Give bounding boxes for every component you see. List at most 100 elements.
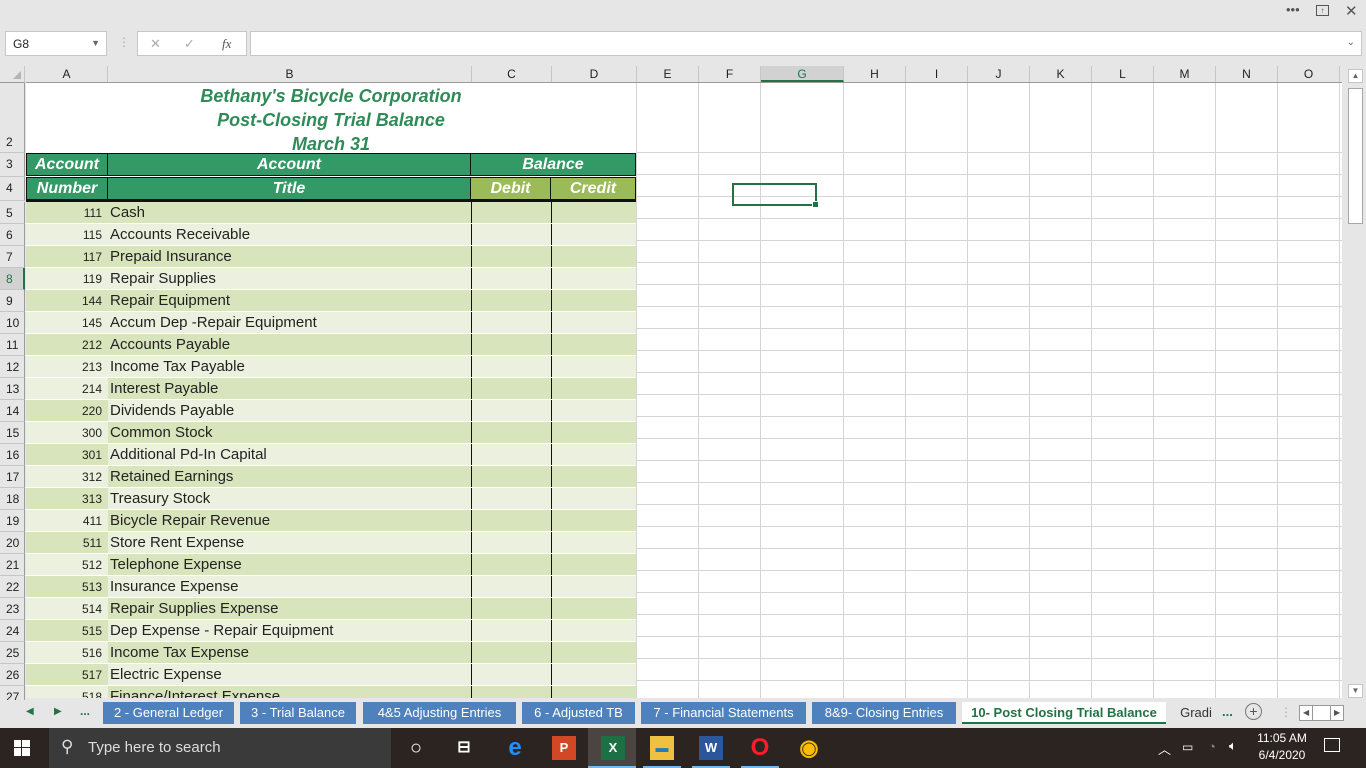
row-header-21[interactable]: 21 (0, 554, 25, 576)
account-number-cell[interactable]: 513 (26, 576, 108, 597)
row-header-10[interactable]: 10 (0, 312, 25, 334)
account-title-cell[interactable]: Common Stock (108, 422, 471, 443)
task-view-icon[interactable]: ⊟ (452, 736, 476, 760)
account-title-cell[interactable]: Store Rent Expense (108, 532, 471, 553)
account-number-cell[interactable]: 312 (26, 466, 108, 487)
credit-cell[interactable] (551, 400, 636, 421)
scroll-left-icon[interactable]: ◀ (1303, 708, 1309, 717)
row-header-8[interactable]: 8 (0, 268, 25, 290)
worksheet-grid[interactable]: Bethany's Bicycle Corporation Post-Closi… (26, 83, 1342, 698)
column-header-n[interactable]: N (1216, 66, 1278, 82)
account-number-cell[interactable]: 411 (26, 510, 108, 531)
credit-cell[interactable] (551, 444, 636, 465)
split-handle-icon[interactable]: ⋮ (1280, 705, 1292, 719)
credit-cell[interactable] (551, 620, 636, 641)
more-sheets-left[interactable]: ... (80, 704, 90, 718)
credit-cell[interactable] (551, 554, 636, 575)
expand-formula-bar-icon[interactable]: ⌄ (1347, 37, 1355, 48)
row-header-16[interactable]: 16 (0, 444, 25, 466)
debit-cell[interactable] (471, 576, 551, 597)
tab-gradi[interactable]: Gradi (1174, 702, 1218, 724)
column-header-j[interactable]: J (968, 66, 1030, 82)
credit-cell[interactable] (551, 224, 636, 245)
debit-cell[interactable] (471, 664, 551, 685)
account-title-cell[interactable]: Repair Supplies (108, 268, 471, 289)
account-number-cell[interactable]: 515 (26, 620, 108, 641)
debit-cell[interactable] (471, 510, 551, 531)
account-title-cell[interactable]: Retained Earnings (108, 466, 471, 487)
prev-sheet-icon[interactable]: ◀ (26, 706, 34, 717)
row-header-7[interactable]: 7 (0, 246, 25, 268)
volume-icon[interactable]: 🔈︎ (1229, 738, 1237, 754)
debit-cell[interactable] (471, 422, 551, 443)
account-number-cell[interactable]: 512 (26, 554, 108, 575)
account-title-cell[interactable]: Cash (108, 202, 471, 223)
row-header-17[interactable]: 17 (0, 466, 25, 488)
credit-cell[interactable] (551, 422, 636, 443)
row-header-18[interactable]: 18 (0, 488, 25, 510)
debit-cell[interactable] (471, 202, 551, 223)
opera-icon[interactable]: O (748, 736, 772, 760)
formula-input[interactable]: ⌄ (250, 31, 1362, 56)
account-number-cell[interactable]: 518 (26, 686, 108, 698)
row-header-4[interactable]: 4 (0, 177, 25, 201)
account-title-cell[interactable]: Repair Supplies Expense (108, 598, 471, 619)
row-header-26[interactable]: 26 (0, 664, 25, 686)
account-number-cell[interactable]: 214 (26, 378, 108, 399)
column-header-h[interactable]: H (844, 66, 906, 82)
credit-cell[interactable] (551, 532, 636, 553)
column-header-d[interactable]: D (552, 66, 637, 82)
column-header-o[interactable]: O (1278, 66, 1340, 82)
debit-cell[interactable] (471, 290, 551, 311)
powerpoint-icon[interactable]: P (552, 736, 576, 760)
account-number-cell[interactable]: 511 (26, 532, 108, 553)
column-header-e[interactable]: E (637, 66, 699, 82)
chrome-icon[interactable]: ◉ (797, 736, 821, 760)
account-title-cell[interactable]: Interest Payable (108, 378, 471, 399)
more-options-icon[interactable]: ••• (1286, 2, 1300, 17)
account-number-cell[interactable]: 516 (26, 642, 108, 663)
account-number-cell[interactable]: 220 (26, 400, 108, 421)
account-title-cell[interactable]: Bicycle Repair Revenue (108, 510, 471, 531)
word-icon[interactable]: W (699, 736, 723, 760)
close-icon[interactable]: ✕ (1345, 2, 1358, 20)
windows-start-icon[interactable] (14, 740, 30, 756)
drag-handle-icon[interactable]: ⋮ (118, 35, 130, 49)
enter-icon[interactable]: ✓ (184, 36, 195, 52)
debit-cell[interactable] (471, 488, 551, 509)
add-sheet-icon[interactable]: + (1245, 703, 1262, 720)
cortana-icon[interactable]: ○ (404, 736, 428, 760)
wifi-icon[interactable]: ◔ (1208, 739, 1216, 754)
credit-cell[interactable] (551, 686, 636, 698)
credit-cell[interactable] (551, 510, 636, 531)
account-title-cell[interactable]: Accounts Payable (108, 334, 471, 355)
account-title-cell[interactable]: Prepaid Insurance (108, 246, 471, 267)
debit-cell[interactable] (471, 642, 551, 663)
scroll-down-icon[interactable]: ▼ (1348, 684, 1363, 698)
credit-cell[interactable] (551, 268, 636, 289)
debit-cell[interactable] (471, 400, 551, 421)
credit-cell[interactable] (551, 576, 636, 597)
active-cell-selection[interactable] (732, 183, 819, 208)
credit-cell[interactable] (551, 598, 636, 619)
credit-cell[interactable] (551, 312, 636, 333)
column-header-g[interactable]: G (761, 66, 844, 82)
debit-cell[interactable] (471, 268, 551, 289)
debit-cell[interactable] (471, 598, 551, 619)
debit-cell[interactable] (471, 334, 551, 355)
column-header-m[interactable]: M (1154, 66, 1216, 82)
next-sheet-icon[interactable]: ▶ (54, 706, 62, 717)
account-number-cell[interactable]: 213 (26, 356, 108, 377)
debit-cell[interactable] (471, 246, 551, 267)
account-title-cell[interactable]: Telephone Expense (108, 554, 471, 575)
account-title-cell[interactable]: Repair Equipment (108, 290, 471, 311)
account-number-cell[interactable]: 517 (26, 664, 108, 685)
credit-cell[interactable] (551, 664, 636, 685)
taskbar-search-input[interactable]: ⚲ Type here to search (49, 728, 391, 768)
cancel-icon[interactable]: ✕ (150, 36, 161, 52)
account-number-cell[interactable]: 514 (26, 598, 108, 619)
debit-cell[interactable] (471, 378, 551, 399)
credit-cell[interactable] (551, 334, 636, 355)
action-center-icon[interactable] (1324, 738, 1340, 752)
debit-cell[interactable] (471, 466, 551, 487)
